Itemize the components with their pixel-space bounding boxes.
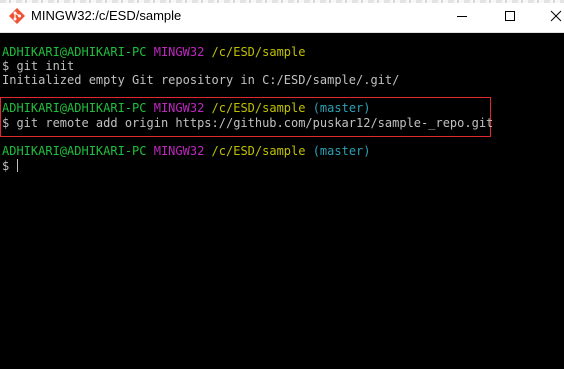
command-output-1: Initialized empty Git repository in C:/E…	[2, 73, 400, 87]
prompt-shell: MINGW32	[153, 101, 205, 115]
prompt-shell: MINGW32	[153, 144, 205, 158]
minimize-button[interactable]	[439, 0, 485, 32]
close-button[interactable]	[533, 0, 564, 32]
prompt-branch: (master)	[312, 101, 371, 115]
prompt-header-2: ADHIKARI@ADHIKARI-PC MINGW32 /c/ESD/samp…	[2, 101, 371, 115]
minimize-icon	[457, 16, 467, 17]
maximize-button[interactable]	[487, 0, 533, 32]
command-line-1: $ git init	[2, 59, 75, 73]
prompt-shell: MINGW32	[153, 45, 205, 59]
prompt-user: ADHIKARI@ADHIKARI-PC	[2, 101, 147, 115]
window-title: MINGW32:/c/ESD/sample	[31, 8, 182, 23]
prompt-header-1: ADHIKARI@ADHIKARI-PC MINGW32 /c/ESD/samp…	[2, 45, 305, 59]
terminal-output-area[interactable]: ADHIKARI@ADHIKARI-PC MINGW32 /c/ESD/samp…	[0, 33, 564, 369]
text-cursor	[17, 159, 19, 172]
prompt-user: ADHIKARI@ADHIKARI-PC	[2, 144, 147, 158]
git-bash-icon[interactable]	[8, 7, 26, 25]
command-input-line[interactable]: $	[2, 159, 19, 173]
prompt-header-3: ADHIKARI@ADHIKARI-PC MINGW32 /c/ESD/samp…	[2, 144, 371, 158]
prompt-path: /c/ESD/sample	[211, 101, 306, 115]
close-icon	[550, 10, 562, 22]
command-line-2: $ git remote add origin https://github.c…	[2, 116, 494, 130]
prompt-branch: (master)	[312, 144, 371, 158]
maximize-icon	[505, 11, 515, 21]
title-bar[interactable]: MINGW32:/c/ESD/sample	[0, 0, 564, 33]
terminal-window: MINGW32:/c/ESD/sample ADHIKARI@ADHIKARI-…	[0, 0, 564, 369]
prompt-path: /c/ESD/sample	[211, 45, 306, 59]
prompt-user: ADHIKARI@ADHIKARI-PC	[2, 45, 147, 59]
prompt-path: /c/ESD/sample	[211, 144, 306, 158]
prompt-symbol: $	[2, 159, 17, 173]
